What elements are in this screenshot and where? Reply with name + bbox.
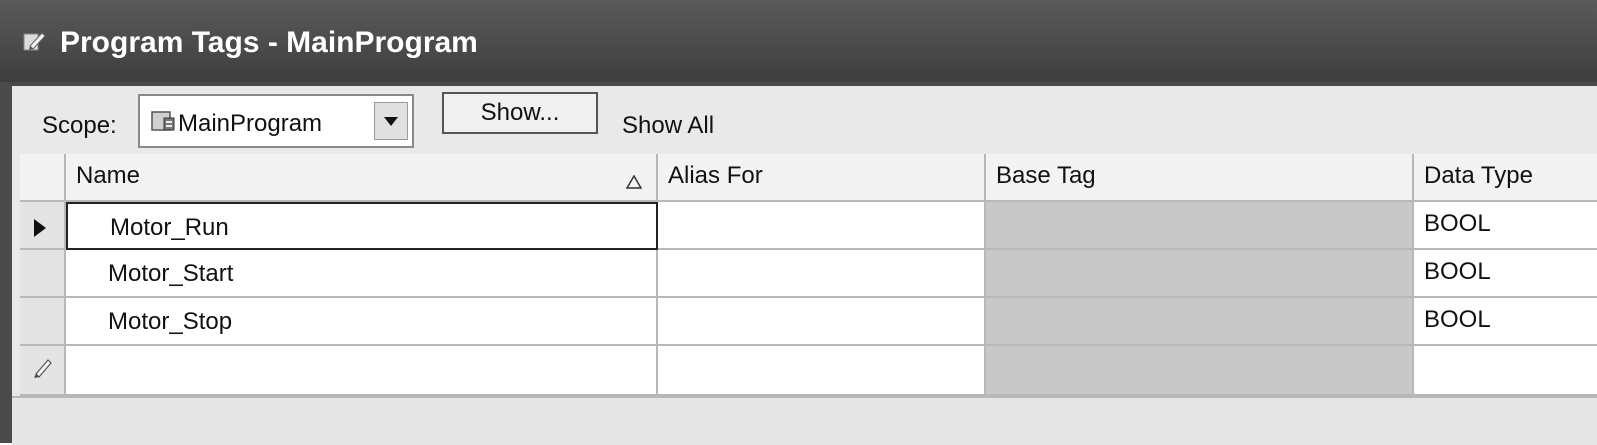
tag-name-cell[interactable] — [66, 346, 658, 396]
data-type-cell[interactable]: BOOL — [1414, 298, 1597, 346]
data-type-cell[interactable] — [1414, 346, 1597, 396]
show-button[interactable]: Show... — [442, 92, 598, 134]
alias-for-cell[interactable] — [658, 298, 986, 346]
column-header-alias-for[interactable]: Alias For — [658, 154, 986, 202]
data-type-cell[interactable]: BOOL — [1414, 250, 1597, 298]
alias-for-cell[interactable] — [658, 250, 986, 298]
column-header-label: Name — [76, 162, 141, 189]
column-header-label: Data Type — [1424, 162, 1533, 189]
program-tags-window: Program Tags - MainProgram Scope: MainPr… — [0, 0, 1597, 445]
tag-name-cell[interactable]: Motor_Start — [66, 250, 658, 298]
table-row[interactable]: Motor_Start BOOL — [20, 250, 1597, 298]
data-type-value: BOOL — [1424, 258, 1491, 285]
row-selector[interactable] — [20, 202, 66, 250]
table-row[interactable]: Motor_Run BOOL — [20, 202, 1597, 250]
alias-for-cell[interactable] — [658, 346, 986, 396]
window-title: Program Tags - MainProgram — [60, 26, 478, 59]
tag-name: Motor_Start — [108, 260, 234, 287]
column-header-base-tag[interactable]: Base Tag — [986, 154, 1414, 202]
base-tag-cell — [986, 250, 1414, 298]
tags-grid: Name Alias For Base Tag Data Type Motor_… — [20, 154, 1597, 396]
row-selector[interactable] — [20, 298, 66, 346]
table-row[interactable]: Motor_Stop BOOL — [20, 298, 1597, 346]
new-tag-row[interactable] — [20, 346, 1597, 396]
scope-toolbar: Scope: MainProgram Show... Show All — [12, 86, 1597, 154]
row-selector[interactable] — [20, 346, 66, 396]
tag-name: Motor_Stop — [108, 308, 233, 335]
bottom-panel — [12, 396, 1597, 445]
tag-name-cell[interactable]: Motor_Run — [66, 202, 658, 250]
row-selector[interactable] — [20, 250, 66, 298]
scope-label: Scope: — [42, 112, 117, 139]
program-folder-icon — [150, 108, 178, 134]
pencil-new-row-icon — [30, 356, 54, 387]
data-type-cell[interactable]: BOOL — [1414, 202, 1597, 250]
scope-select[interactable]: MainProgram — [138, 94, 414, 148]
row-selector-header — [20, 154, 66, 202]
scope-value: MainProgram — [178, 110, 323, 137]
data-type-value: BOOL — [1424, 210, 1491, 237]
pencil-document-icon — [22, 30, 46, 52]
sort-ascending-icon — [625, 168, 643, 196]
dropdown-arrow-button[interactable] — [374, 102, 408, 140]
grid-header-row: Name Alias For Base Tag Data Type — [20, 154, 1597, 202]
tags-editor: Scope: MainProgram Show... Show All Name… — [12, 86, 1597, 445]
column-header-name[interactable]: Name — [66, 154, 658, 202]
base-tag-cell — [986, 298, 1414, 346]
data-type-value: BOOL — [1424, 306, 1491, 333]
tag-name-cell[interactable]: Motor_Stop — [66, 298, 658, 346]
column-header-data-type[interactable]: Data Type — [1414, 154, 1597, 202]
base-tag-cell — [986, 202, 1414, 250]
alias-for-cell[interactable] — [658, 202, 986, 250]
current-row-arrow-icon — [34, 216, 46, 244]
base-tag-cell — [986, 346, 1414, 396]
chevron-down-icon — [384, 117, 398, 126]
tag-name: Motor_Run — [110, 214, 229, 241]
column-header-label: Alias For — [668, 162, 763, 189]
filter-status-text: Show All — [622, 112, 715, 139]
title-bar[interactable]: Program Tags - MainProgram — [0, 0, 1597, 82]
column-header-label: Base Tag — [996, 162, 1096, 189]
